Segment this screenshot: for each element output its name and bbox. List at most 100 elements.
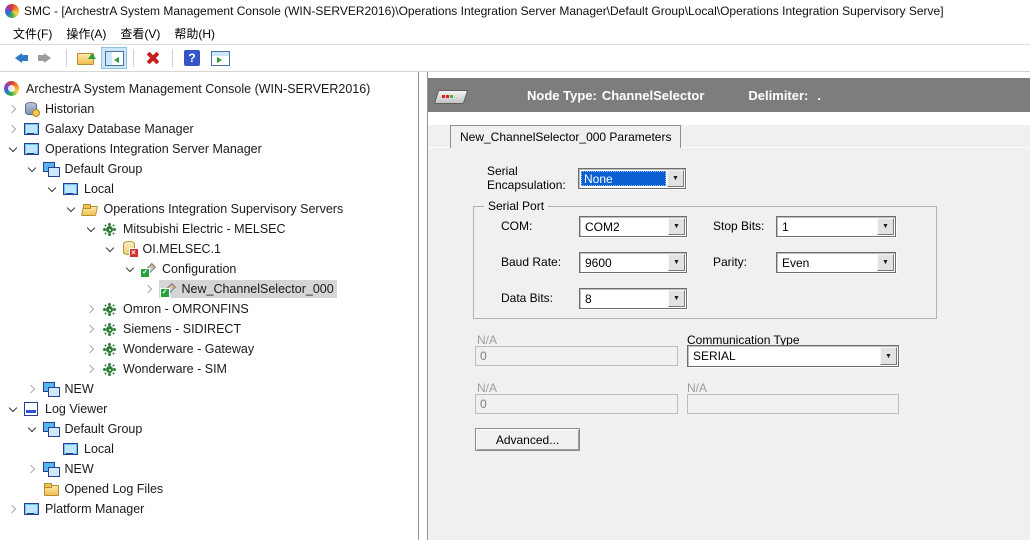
expander-expanded-icon[interactable]: [3, 399, 22, 419]
dropdown-arrow-icon[interactable]: ▼: [668, 254, 685, 271]
dropdown-arrow-icon[interactable]: ▼: [668, 290, 685, 307]
tree-item-content[interactable]: Platform Manager: [22, 500, 147, 518]
menu-item[interactable]: 操作(A): [59, 23, 113, 44]
tree-item-content[interactable]: Historian: [22, 100, 97, 118]
expander-expanded-icon[interactable]: [81, 219, 100, 239]
expander-collapsed-icon[interactable]: [3, 499, 22, 519]
dropdown-arrow-icon[interactable]: ▼: [668, 218, 685, 235]
baud-rate-select[interactable]: 9600 ▼: [579, 252, 687, 273]
forward-button[interactable]: [34, 47, 60, 69]
delete-button[interactable]: [140, 47, 166, 69]
expander-expanded-icon[interactable]: [3, 139, 22, 159]
tree-item-content[interactable]: Local: [61, 440, 117, 458]
tree-item[interactable]: Wonderware - SIM: [0, 359, 418, 379]
expander-expanded-icon[interactable]: [101, 239, 120, 259]
expander-expanded-icon[interactable]: [42, 179, 61, 199]
tree-item[interactable]: Galaxy Database Manager: [0, 119, 418, 139]
tree-item[interactable]: Wonderware - Gateway: [0, 339, 418, 359]
tree-item[interactable]: Siemens - SIDIRECT: [0, 319, 418, 339]
tree-item-content[interactable]: Wonderware - SIM: [100, 360, 230, 378]
serial-port-group-label: Serial Port: [484, 199, 548, 213]
tree-item-content[interactable]: Galaxy Database Manager: [22, 120, 197, 138]
tree-item[interactable]: ArchestrA System Management Console (WIN…: [0, 79, 418, 99]
device-icon: [433, 83, 469, 107]
window-title: SMC - [ArchestrA System Management Conso…: [24, 4, 944, 18]
expander-collapsed-icon[interactable]: [3, 99, 22, 119]
tree-item-content[interactable]: Siemens - SIDIRECT: [100, 320, 244, 338]
communication-type-select[interactable]: SERIAL ▼: [687, 345, 899, 367]
advanced-button[interactable]: Advanced...: [475, 428, 580, 451]
expander-collapsed-icon[interactable]: [81, 359, 100, 379]
expander-collapsed-icon[interactable]: [140, 279, 159, 299]
action-pane-button[interactable]: [207, 47, 233, 69]
tree-item-label: NEW: [65, 382, 94, 396]
help-button[interactable]: [179, 47, 205, 69]
baud-rate-label: Baud Rate:: [501, 255, 561, 269]
tree-item-label: Galaxy Database Manager: [45, 122, 194, 136]
parity-select[interactable]: Even ▼: [776, 252, 896, 273]
tree-item[interactable]: Configuration: [0, 259, 418, 279]
tree-item[interactable]: Historian: [0, 99, 418, 119]
tree-item[interactable]: NEW: [0, 459, 418, 479]
tree-item-content[interactable]: Opened Log Files: [42, 480, 167, 498]
tree-item-content[interactable]: ArchestrA System Management Console (WIN…: [3, 80, 373, 98]
expander-collapsed-icon[interactable]: [81, 339, 100, 359]
tree-item[interactable]: New_ChannelSelector_000: [0, 279, 418, 299]
expander-expanded-icon[interactable]: [23, 159, 42, 179]
expander-collapsed-icon[interactable]: [3, 119, 22, 139]
up-folder-button[interactable]: [73, 47, 99, 69]
console-tree-button[interactable]: [101, 47, 127, 69]
tree-item-content[interactable]: Omron - OMRONFINS: [100, 300, 252, 318]
data-bits-select[interactable]: 8 ▼: [579, 288, 687, 309]
tree-item-content[interactable]: OI.MELSEC.1: [120, 240, 225, 258]
tree-item-label: Operations Integration Supervisory Serve…: [104, 202, 344, 216]
tree-item[interactable]: OI.MELSEC.1: [0, 239, 418, 259]
tree-item[interactable]: Log Viewer: [0, 399, 418, 419]
menu-item[interactable]: 查看(V): [113, 23, 167, 44]
expander-collapsed-icon[interactable]: [81, 299, 100, 319]
tree-item[interactable]: Default Group: [0, 419, 418, 439]
tree-item-label: Historian: [45, 102, 94, 116]
expander-collapsed-icon[interactable]: [23, 459, 42, 479]
tree-item[interactable]: Platform Manager: [0, 499, 418, 519]
tree-item[interactable]: NEW: [0, 379, 418, 399]
menu-item[interactable]: 帮助(H): [167, 23, 222, 44]
back-button[interactable]: [6, 47, 32, 69]
tree-item-content[interactable]: Operations Integration Server Manager: [22, 140, 265, 158]
expander-expanded-icon[interactable]: [23, 419, 42, 439]
tree-item-selected[interactable]: New_ChannelSelector_000: [159, 280, 337, 298]
tree-item-content[interactable]: Operations Integration Supervisory Serve…: [81, 200, 347, 218]
tree-item[interactable]: Opened Log Files: [0, 479, 418, 499]
expander-collapsed-icon[interactable]: [23, 379, 42, 399]
tree-item-content[interactable]: Default Group: [42, 160, 146, 178]
tree-item[interactable]: Mitsubishi Electric - MELSEC: [0, 219, 418, 239]
expander-expanded-icon[interactable]: [62, 199, 81, 219]
tree-item-content[interactable]: Local: [61, 180, 117, 198]
tree-item[interactable]: Operations Integration Server Manager: [0, 139, 418, 159]
expander-collapsed-icon[interactable]: [81, 319, 100, 339]
tree-item-content[interactable]: Mitsubishi Electric - MELSEC: [100, 220, 289, 238]
expander-expanded-icon[interactable]: [120, 259, 139, 279]
dropdown-arrow-icon[interactable]: ▼: [877, 218, 894, 235]
tree-item-content[interactable]: Log Viewer: [22, 400, 110, 418]
tab-parameters[interactable]: New_ChannelSelector_000 Parameters: [450, 125, 681, 148]
tree-item-content[interactable]: Wonderware - Gateway: [100, 340, 257, 358]
serial-encapsulation-select[interactable]: None ▼: [578, 168, 686, 189]
dropdown-arrow-icon[interactable]: ▼: [877, 254, 894, 271]
node-type-header: Node Type: ChannelSelector Delimiter: .: [428, 78, 1030, 112]
tree-item-content[interactable]: NEW: [42, 460, 97, 478]
tree-item-content[interactable]: NEW: [42, 380, 97, 398]
tree-item[interactable]: Local: [0, 179, 418, 199]
menu-item[interactable]: 文件(F): [6, 23, 59, 44]
tree-item[interactable]: Local: [0, 439, 418, 459]
com-select[interactable]: COM2 ▼: [579, 216, 687, 237]
tree-item[interactable]: Omron - OMRONFINS: [0, 299, 418, 319]
dropdown-arrow-icon[interactable]: ▼: [667, 170, 684, 187]
tree-item[interactable]: Operations Integration Supervisory Serve…: [0, 199, 418, 219]
tree-item-content[interactable]: Configuration: [139, 260, 239, 278]
stop-bits-select[interactable]: 1 ▼: [776, 216, 896, 237]
tree-item-content[interactable]: Default Group: [42, 420, 146, 438]
dropdown-arrow-icon[interactable]: ▼: [880, 347, 897, 365]
com-value: COM2: [582, 219, 667, 234]
tree-item[interactable]: Default Group: [0, 159, 418, 179]
